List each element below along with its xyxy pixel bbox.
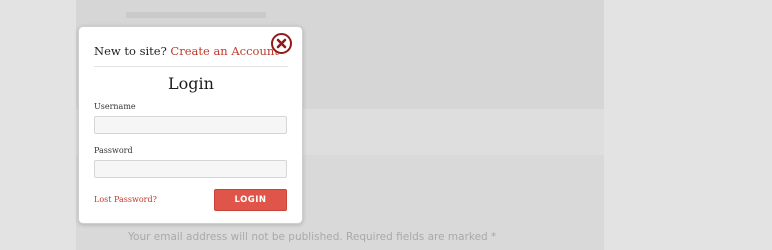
modal-title: Login (168, 74, 214, 93)
close-icon (276, 38, 287, 49)
username-input[interactable] (94, 116, 287, 134)
modal-divider (94, 66, 288, 67)
password-input[interactable] (94, 160, 287, 178)
username-label: Username (94, 102, 136, 111)
login-button[interactable]: LOGIN (214, 189, 287, 211)
signup-prompt: New to site? Create an Account (94, 44, 279, 58)
password-label: Password (94, 146, 133, 155)
lost-password-link[interactable]: Lost Password? (94, 195, 157, 204)
background-email-notice: Your email address will not be published… (128, 231, 497, 243)
signup-prompt-text: New to site? (94, 44, 167, 58)
create-account-link[interactable]: Create an Account (170, 44, 279, 58)
close-button[interactable] (271, 33, 292, 54)
